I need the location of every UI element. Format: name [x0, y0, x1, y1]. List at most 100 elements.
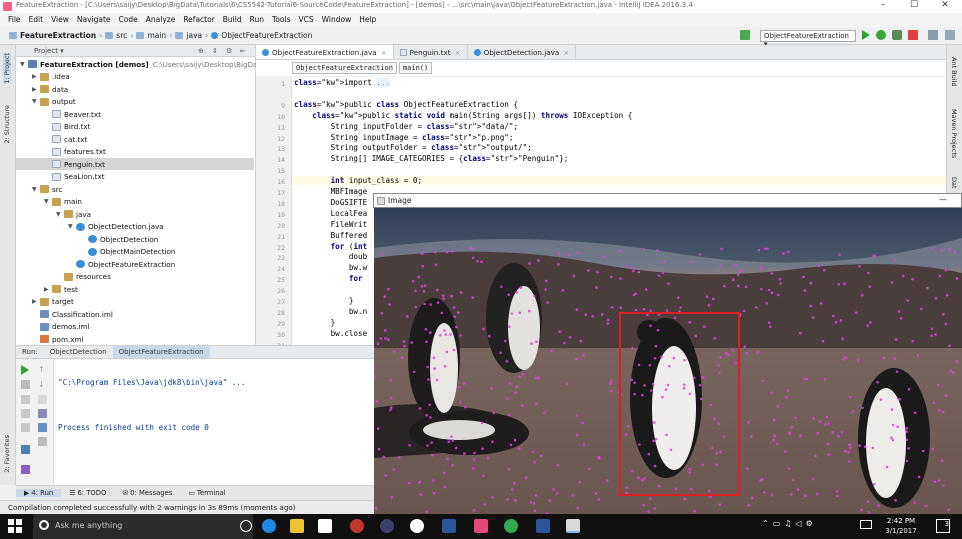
expand-arrow-icon[interactable]: ▶ — [32, 73, 40, 80]
tree-item[interactable]: ▼ java — [16, 208, 91, 220]
tree-item[interactable]: ▶ data — [16, 83, 68, 95]
menu-edit[interactable]: Edit — [25, 13, 48, 27]
menu-vcs[interactable]: VCS — [294, 13, 317, 27]
tree-item[interactable]: ObjectMainDetection — [16, 246, 175, 258]
sync-icon[interactable]: ⊕ — [198, 47, 204, 55]
tree-item[interactable]: Bird.txt — [16, 121, 91, 133]
project-view-select[interactable]: Project — [34, 47, 58, 55]
image-window-title-bar[interactable]: Image — — [373, 193, 962, 208]
expand-arrow-icon[interactable]: ▶ — [32, 298, 40, 305]
menu-tools[interactable]: Tools — [268, 13, 294, 27]
menu-code[interactable]: Code — [115, 13, 142, 27]
tab-database[interactable]: Dat — [950, 177, 958, 189]
nav-crumb-java[interactable]: java — [172, 31, 205, 40]
build-hammer-icon[interactable] — [740, 30, 750, 40]
media-player-icon[interactable] — [380, 519, 394, 533]
word-doc-icon[interactable] — [442, 519, 456, 533]
expand-arrow-icon[interactable]: ▼ — [56, 211, 64, 218]
tree-item[interactable]: ▼ output — [16, 96, 76, 108]
tree-item[interactable]: Classification.iml — [16, 308, 113, 320]
settings-gear-icon[interactable]: ⚙ — [226, 47, 232, 55]
stop-icon[interactable] — [21, 380, 30, 389]
tree-item[interactable]: Penguin.txt — [16, 158, 254, 170]
nav-crumb-main[interactable]: main — [133, 31, 169, 40]
windows-start-icon[interactable] — [8, 519, 22, 533]
hide-panel-icon[interactable]: ⇤ — [240, 47, 246, 55]
taskbar-clock[interactable]: 2:42 PM 3/1/2017 — [880, 516, 922, 536]
exit-icon[interactable] — [21, 423, 30, 432]
system-tray-icons[interactable]: ⌃▭♫◁⚙ — [762, 519, 817, 528]
rerun-icon[interactable] — [21, 365, 29, 375]
menu-refactor[interactable]: Refactor — [179, 13, 218, 27]
tree-item[interactable]: ▼ ObjectDetection.java — [16, 221, 164, 233]
scroll-to-end-icon[interactable] — [38, 409, 47, 418]
cortana-search-box[interactable]: Ask me anything — [33, 514, 253, 539]
tool-tab-todo[interactable]: ☰ 6: TODO — [61, 489, 114, 497]
keyboard-icon[interactable] — [860, 520, 872, 529]
menu-navigate[interactable]: Navigate — [73, 13, 115, 27]
nav-crumb-src[interactable]: src — [102, 31, 130, 40]
nav-crumb-class[interactable]: ObjectFeatureExtraction — [208, 31, 315, 40]
collapse-icon[interactable]: ⇕ — [212, 47, 218, 55]
expand-arrow-icon[interactable]: ▼ — [32, 186, 40, 193]
intellij-taskbar-icon[interactable] — [474, 519, 488, 533]
tree-item[interactable]: pom.xml — [16, 333, 84, 345]
tool-tab-terminal[interactable]: ▭ Terminal — [180, 489, 233, 497]
tool-tab-run[interactable]: ▶ 4: Run — [16, 489, 62, 497]
tree-item[interactable]: features.txt — [16, 146, 106, 158]
tree-item[interactable]: resources — [16, 271, 111, 283]
tab-structure[interactable]: 2: Structure — [3, 105, 11, 144]
run-configuration-select[interactable]: ObjectFeatureExtraction ▾ — [760, 30, 856, 48]
menu-build[interactable]: Build — [219, 13, 246, 27]
store-icon[interactable] — [318, 519, 332, 533]
snipping-tool-icon[interactable] — [350, 519, 364, 533]
expand-arrow-icon[interactable]: ▼ — [44, 198, 52, 205]
breadcrumb-method[interactable]: main() — [398, 62, 433, 74]
close-tab-icon[interactable]: × — [381, 48, 387, 57]
run-console-output[interactable]: "C:\Program Files\Java\jdk8\bin\java" ..… — [58, 360, 245, 450]
down-arrow-icon[interactable]: ↓ — [38, 380, 47, 389]
coverage-icon[interactable] — [892, 30, 902, 40]
expand-arrow-icon[interactable]: ▶ — [32, 86, 40, 93]
expand-arrow-icon[interactable]: ▶ — [44, 286, 52, 293]
run-tab-object-detection[interactable]: ObjectDetection — [44, 346, 113, 358]
microphone-icon[interactable] — [240, 520, 252, 532]
debug-icon[interactable] — [876, 30, 886, 40]
tree-item[interactable]: ▶ .idea — [16, 71, 70, 83]
maximize-button[interactable]: ☐ — [899, 0, 929, 13]
menu-file[interactable]: File — [4, 13, 25, 27]
tree-item[interactable]: ObjectFeatureExtraction — [16, 258, 175, 270]
menu-window[interactable]: Window — [318, 13, 356, 27]
close-tab-icon[interactable]: × — [563, 48, 569, 57]
tree-item[interactable]: ▼ src — [16, 183, 63, 195]
stop-icon[interactable] — [908, 30, 918, 40]
expand-arrow-icon[interactable]: ▼ — [68, 223, 76, 230]
file-explorer-icon[interactable] — [290, 519, 304, 533]
menu-view[interactable]: View — [47, 13, 73, 27]
tool-tab-messages[interactable]: ✉ 0: Messages — [114, 489, 180, 497]
java-app-icon[interactable] — [566, 519, 580, 533]
notification-center-icon[interactable]: 3 — [936, 519, 950, 533]
tree-item[interactable]: Beaver.txt — [16, 108, 101, 120]
menu-analyze[interactable]: Analyze — [142, 13, 180, 27]
tab-project[interactable]: 1: Project — [3, 53, 11, 84]
sdk-icon[interactable] — [945, 30, 955, 40]
expand-arrow-icon[interactable]: ▼ — [32, 98, 40, 105]
close-window-button[interactable]: ✕ — [930, 0, 960, 13]
menu-help[interactable]: Help — [355, 13, 380, 27]
project-structure-icon[interactable] — [928, 30, 938, 40]
menu-run[interactable]: Run — [246, 13, 268, 27]
tree-item[interactable]: SeaLion.txt — [16, 171, 105, 183]
clear-icon[interactable] — [38, 437, 47, 446]
tree-item[interactable]: ObjectDetection — [16, 233, 158, 245]
print-icon[interactable] — [38, 423, 47, 432]
tree-item[interactable]: ▶ target — [16, 296, 74, 308]
tab-object-feature-extraction[interactable]: ObjectFeatureExtraction.java × — [256, 45, 394, 59]
tree-item[interactable]: cat.txt — [16, 133, 87, 145]
tree-item[interactable]: ▼ main — [16, 196, 82, 208]
tree-item[interactable]: ▶ test — [16, 283, 78, 295]
nav-crumb-project[interactable]: FeatureExtraction — [6, 31, 99, 40]
camera-icon[interactable] — [21, 409, 30, 418]
soft-wrap-icon[interactable] — [38, 395, 47, 404]
tab-object-detection[interactable]: ObjectDetection.java × — [468, 45, 577, 59]
